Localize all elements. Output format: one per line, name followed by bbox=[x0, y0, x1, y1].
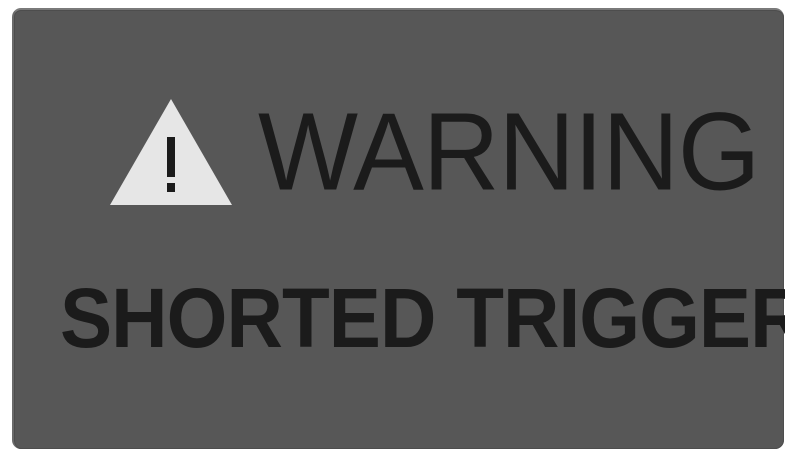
warning-panel: WARNING SHORTED TRIGGER bbox=[12, 8, 785, 449]
warning-triangle-icon bbox=[110, 99, 232, 205]
warning-title: WARNING bbox=[258, 90, 760, 214]
warning-header: WARNING bbox=[110, 90, 760, 214]
warning-message: SHORTED TRIGGER bbox=[60, 271, 785, 365]
